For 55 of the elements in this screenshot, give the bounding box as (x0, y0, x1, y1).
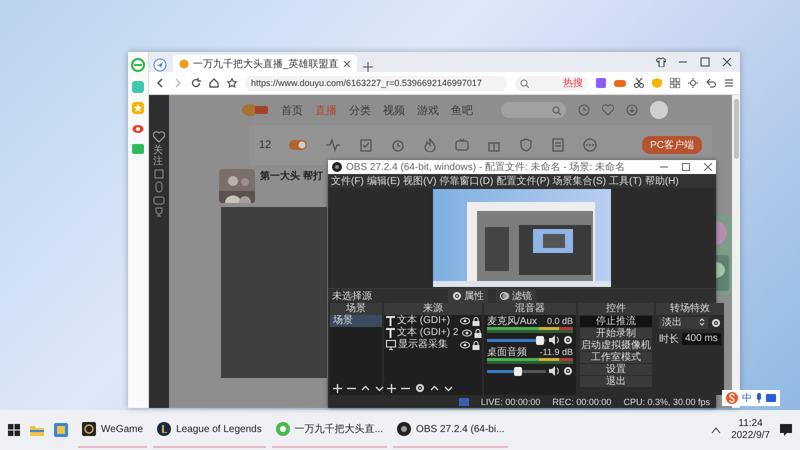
channel-reading: -11.9 dB (540, 347, 573, 358)
transition-dropdown[interactable]: 淡出 (659, 317, 708, 329)
input-method-bar[interactable]: 中 (722, 390, 780, 406)
window-title: OBS 27.2.4 (64-bit, windows) - 配置文件: 未命名 - 场景: 未命名 (346, 160, 625, 174)
streamer-name: 第一大头 帮打 (260, 170, 323, 183)
filters-button[interactable]: 滤镜 (496, 289, 536, 303)
channel-name: 麦克风/Aux (487, 316, 538, 327)
dock-title: 混音器 (484, 303, 576, 315)
menu-item[interactable]: 文件(F) (331, 174, 364, 188)
dock-title: 场景 (330, 303, 382, 315)
follow-count: 12 (259, 139, 272, 151)
nav-tab[interactable]: 游戏 (417, 102, 439, 118)
browser-tab[interactable]: 一万九千把大头直播_英雄联盟直 (173, 55, 357, 72)
address-bar[interactable]: https://www.douyu.com/6163227_r=0.5396692146997017 (245, 76, 507, 90)
menu-item[interactable]: 工具(T) (609, 174, 642, 188)
dock-title: 来源 (384, 303, 482, 315)
menu-item[interactable]: 帮助(H) (644, 174, 679, 188)
menu-item[interactable]: 配置文件(P) (496, 174, 550, 188)
clock[interactable]: 11:24 2022/9/7 (731, 418, 770, 442)
menu-item[interactable]: 视图(V) (403, 174, 436, 188)
control-button[interactable]: 启动虚拟摄像机 (580, 340, 652, 351)
taskbar-app[interactable]: OBS 27.2.4 (64-bi... (393, 412, 508, 448)
source-item[interactable]: 文本 (GDI+) 2 (397, 327, 458, 339)
source-item[interactable]: 显示器采集 (398, 339, 448, 351)
taskbar-app[interactable]: 一万九千把大头直... (272, 412, 388, 448)
search-field[interactable]: 热搜 (515, 76, 588, 90)
dock-title: 控件 (578, 303, 654, 315)
control-button[interactable]: 开始录制 (580, 328, 652, 339)
menu-item[interactable]: 场景集合(S) (552, 174, 606, 188)
menu-item[interactable]: 停靠窗口(D) (439, 174, 494, 188)
scene-item[interactable]: 场景 (330, 315, 382, 327)
channel-reading: 0.0 dB (546, 316, 573, 327)
duration-field[interactable]: 400 ms (682, 333, 721, 345)
duration-label: 时长 (659, 332, 679, 346)
taskbar-app[interactable]: League of Legends (153, 412, 266, 448)
pc-client-button[interactable]: PC客户端 (642, 136, 702, 154)
dock-title: 转场特效 (656, 303, 724, 315)
status-text: LIVE: 00:00:00 (480, 396, 540, 406)
properties-button[interactable]: 属性 (448, 289, 488, 303)
hot-search-label[interactable]: 热搜 (563, 76, 583, 90)
ime-mode[interactable]: 中 (742, 391, 752, 405)
channel-name: 桌面音频 (487, 347, 527, 358)
control-button[interactable]: 停止推流 (580, 316, 652, 327)
nav-tab[interactable]: 视频 (383, 102, 405, 118)
status-text: 未选择源 (332, 290, 372, 302)
control-button[interactable]: 设置 (580, 364, 652, 375)
nav-tab[interactable]: 鱼吧 (451, 102, 473, 118)
source-item[interactable]: 文本 (GDI+) (397, 315, 450, 327)
control-button[interactable]: 退出 (580, 376, 652, 387)
taskbar-app[interactable]: WeGame (78, 412, 148, 448)
control-button[interactable]: 工作室模式 (580, 352, 652, 363)
status-text: REC: 00:00:00 (552, 396, 612, 406)
status-text: CPU: 0.3%, 30.00 fps (623, 396, 710, 406)
sidebar-label[interactable]: 关注 (153, 145, 165, 167)
menu-item[interactable]: 编辑(E) (366, 174, 400, 188)
